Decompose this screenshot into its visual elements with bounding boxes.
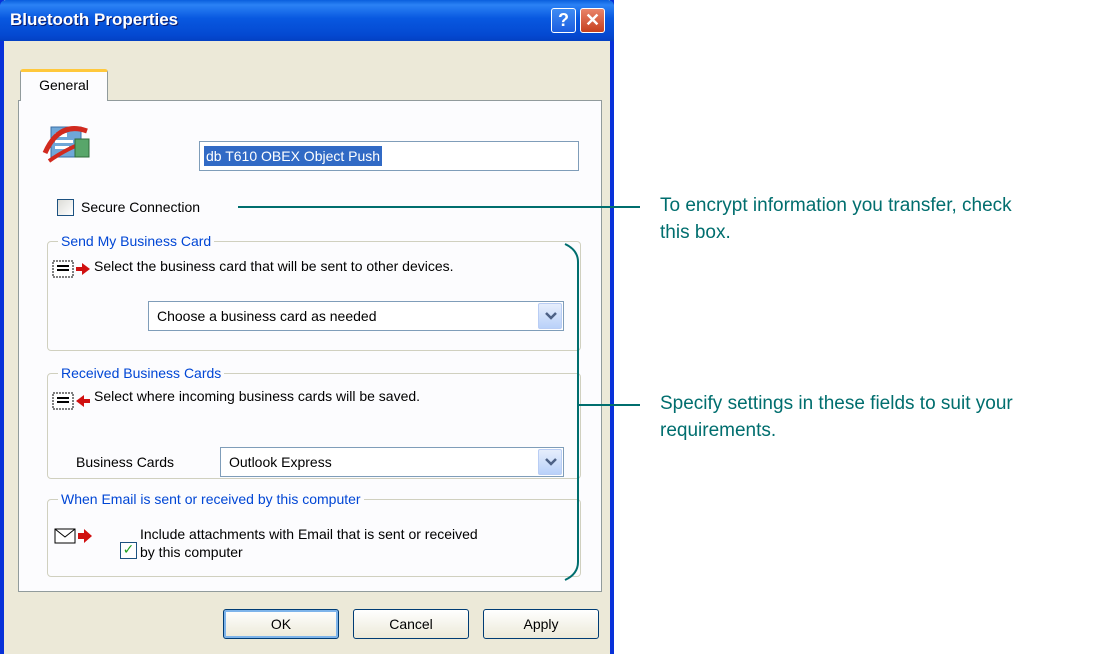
secure-callout: To encrypt information you transfer, che… [660, 192, 1012, 246]
settings-bracket [564, 243, 579, 581]
callout-lines [238, 206, 640, 581]
secure-callout-line1: To encrypt information you transfer, che… [660, 195, 1012, 216]
settings-callout-line2: requirements. [660, 420, 777, 441]
settings-callout-line1: Specify settings in these fields to suit… [660, 393, 1013, 414]
secure-callout-line2: this box. [660, 222, 731, 243]
tab-general[interactable]: General [20, 69, 108, 101]
settings-callout: Specify settings in these fields to suit… [660, 390, 1013, 444]
